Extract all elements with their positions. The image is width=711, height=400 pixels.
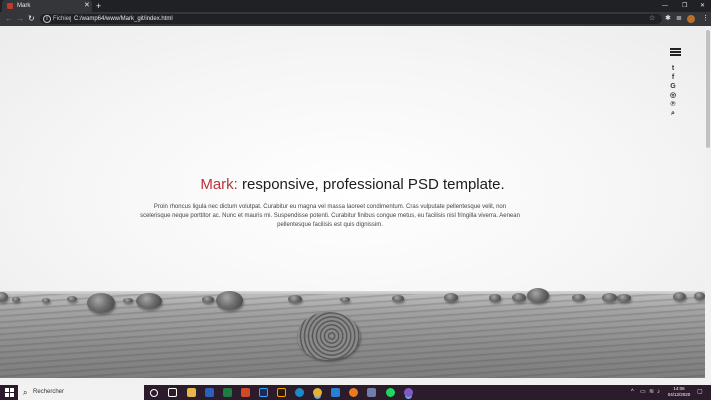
hay-bale xyxy=(512,293,526,302)
forward-button[interactable]: → xyxy=(16,13,24,25)
hay-bale xyxy=(527,288,549,303)
browser-menu-icon[interactable]: ⋮ xyxy=(702,14,709,24)
tab-close-icon[interactable]: ✕ xyxy=(84,1,90,11)
spotify-icon[interactable] xyxy=(386,388,395,397)
excel-icon[interactable] xyxy=(223,388,232,397)
wifi-icon[interactable]: ≋ xyxy=(649,385,654,400)
url-scheme-label: Fichier xyxy=(53,16,72,22)
edge-icon[interactable] xyxy=(295,388,304,397)
network-icon[interactable]: ▭ xyxy=(640,385,646,400)
hay-bale-foreground xyxy=(297,312,360,360)
reload-button[interactable]: ↻ xyxy=(28,13,35,25)
hay-bale xyxy=(87,293,115,313)
url-separator xyxy=(70,16,71,22)
hay-bale xyxy=(572,294,585,301)
new-tab-button[interactable]: + xyxy=(96,0,101,12)
url-text[interactable]: C:/wamp64/www/Mark_git/index.html xyxy=(74,14,173,24)
word-icon[interactable] xyxy=(205,388,214,397)
hero-headline: Mark: responsive, professional PSD templ… xyxy=(0,176,705,193)
maximize-button[interactable]: ❐ xyxy=(682,0,687,12)
search-icon[interactable]: ⌕ xyxy=(668,110,678,118)
windows-taskbar: ⌕ Rechercher ^ ▭ ≋ ♪ 14:06 04/12/2020 ▢ xyxy=(0,385,711,400)
tab-title: Mark xyxy=(17,3,31,9)
hay-bale xyxy=(12,297,20,302)
chrome-icon[interactable] xyxy=(313,388,322,397)
back-button[interactable]: ← xyxy=(5,13,13,25)
profile-avatar[interactable] xyxy=(687,15,695,23)
task-view-icon[interactable] xyxy=(168,388,177,397)
close-window-button[interactable]: ✕ xyxy=(700,0,705,12)
tray-chevron-icon[interactable]: ^ xyxy=(631,385,634,400)
hero-brand: Mark: xyxy=(200,176,238,193)
tab-favicon-icon xyxy=(7,3,13,9)
clock-date: 04/12/2020 xyxy=(667,392,691,397)
taskbar-search-field[interactable]: ⌕ Rechercher xyxy=(18,385,144,400)
horizontal-scrollbar[interactable] xyxy=(0,378,705,385)
taskbar-clock[interactable]: 14:06 04/12/2020 xyxy=(664,386,694,398)
windows-start-icon[interactable] xyxy=(5,388,14,397)
hay-bale xyxy=(489,294,501,302)
browser-tab-bar: Mark ✕ + — ❐ ✕ xyxy=(0,0,711,12)
hay-bale xyxy=(42,298,50,303)
facebook-icon[interactable]: f xyxy=(668,74,678,82)
volume-icon[interactable]: ♪ xyxy=(657,385,660,400)
hay-bale xyxy=(444,293,458,302)
hay-bale xyxy=(216,291,243,310)
photoshop-icon[interactable] xyxy=(259,388,268,397)
bookmark-star-icon[interactable]: ☆ xyxy=(649,14,655,24)
discord-icon[interactable] xyxy=(404,388,413,397)
hay-bale xyxy=(392,295,404,302)
mail-icon[interactable] xyxy=(367,388,376,397)
pinterest-icon[interactable]: ℗ xyxy=(668,101,678,109)
browser-toolbar: ← → ↻ i Fichier C:/wamp64/www/Mark_git/i… xyxy=(0,12,711,26)
search-icon: ⌕ xyxy=(23,388,28,397)
hero-sky xyxy=(0,26,705,306)
tab-mark[interactable]: Mark ✕ xyxy=(2,0,92,12)
instagram-icon[interactable]: ◎ xyxy=(668,92,678,100)
hay-bale xyxy=(123,298,133,303)
extensions-icon[interactable]: ✱ xyxy=(665,14,671,24)
reading-list-icon[interactable]: ≣ xyxy=(676,14,682,24)
vertical-scroll-thumb[interactable] xyxy=(706,30,710,148)
hay-bale xyxy=(673,292,686,301)
notifications-icon[interactable]: ▢ xyxy=(697,385,703,400)
cortana-icon[interactable] xyxy=(150,389,158,397)
taskbar-search-placeholder: Rechercher xyxy=(33,389,65,395)
hay-bale xyxy=(694,292,705,300)
hay-bale xyxy=(202,296,214,303)
hay-bale xyxy=(617,294,631,302)
hay-bale xyxy=(67,296,77,302)
powerpoint-icon[interactable] xyxy=(241,388,250,397)
hero-paragraph: Proin rhoncus ligula nec dictum volutpat… xyxy=(140,204,520,228)
page-viewport: t f G ◎ ℗ ⌕ Mark: responsive, profession… xyxy=(0,26,705,385)
twitter-icon[interactable]: t xyxy=(668,65,678,73)
address-bar[interactable]: i Fichier C:/wamp64/www/Mark_git/index.h… xyxy=(40,14,662,24)
hay-bale xyxy=(288,295,302,303)
file-explorer-icon[interactable] xyxy=(187,388,196,397)
hay-bale xyxy=(340,297,350,302)
hay-bale xyxy=(602,293,617,302)
hamburger-menu-icon[interactable] xyxy=(670,48,681,56)
google-icon[interactable]: G xyxy=(668,83,678,91)
illustrator-icon[interactable] xyxy=(277,388,286,397)
site-info-icon[interactable]: i xyxy=(43,15,51,23)
firefox-icon[interactable] xyxy=(349,388,358,397)
vscode-icon[interactable] xyxy=(331,388,340,397)
minimize-button[interactable]: — xyxy=(662,0,668,12)
hero-headline-text: responsive, professional PSD template. xyxy=(237,176,505,193)
hay-bale xyxy=(136,293,162,309)
